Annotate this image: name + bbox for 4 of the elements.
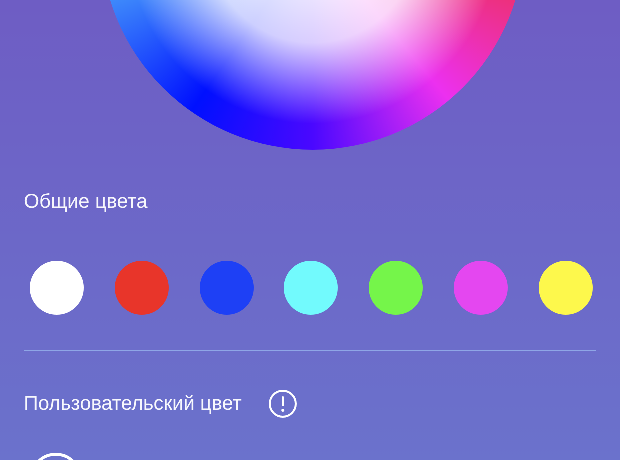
info-icon[interactable] — [268, 389, 298, 419]
section-title: Пользовательский цвет — [24, 392, 242, 416]
section-title: Общие цвета — [24, 190, 148, 214]
color-swatch[interactable] — [30, 261, 84, 315]
